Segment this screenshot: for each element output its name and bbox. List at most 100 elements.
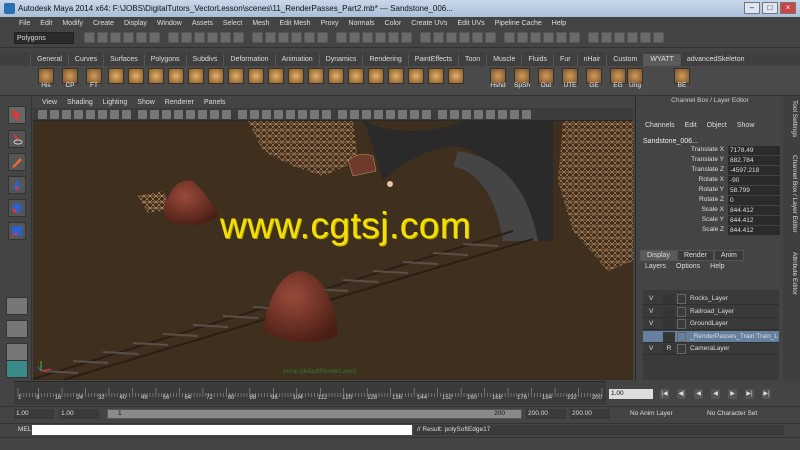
layer-color-swatch[interactable] [677, 331, 686, 342]
panel-tool-icon[interactable] [50, 110, 59, 119]
menu-create[interactable]: Create [88, 20, 119, 27]
layer-display-type[interactable] [663, 331, 675, 342]
status-line-tool-icon[interactable] [459, 32, 470, 43]
status-line-tool-icon[interactable] [375, 32, 386, 43]
channel-row[interactable]: Scale Z 844.412 [642, 226, 784, 236]
shelf-tool-icon[interactable] [308, 68, 324, 84]
menu-pipeline-cache[interactable]: Pipeline Cache [490, 20, 547, 27]
shelf-tab-muscle[interactable]: Muscle [486, 54, 521, 66]
layer-display-type[interactable]: R [663, 344, 675, 354]
shelf-tab-dynamics[interactable]: Dynamics [318, 54, 363, 66]
channel-row[interactable]: Rotate X -90 [642, 176, 784, 186]
shelf-tab-custom[interactable]: Custom [606, 54, 643, 66]
start-time-field[interactable]: 1.00 [14, 409, 54, 419]
play-forwards-button[interactable]: ▶ [728, 389, 737, 399]
layer-color-swatch[interactable] [677, 306, 686, 317]
layer-row[interactable]: _RenderPasses_Train:Train_La [643, 330, 779, 343]
menu-select[interactable]: Select [218, 20, 247, 27]
panel-tool-icon[interactable] [298, 110, 307, 119]
playback-end-field[interactable]: 200.00 [526, 409, 566, 419]
layer-visibility-toggle[interactable]: V [649, 308, 659, 315]
layer-display-type[interactable] [663, 319, 675, 329]
tab-tool-settings[interactable]: Tool Settings [784, 100, 798, 137]
panel-tool-icon[interactable] [498, 110, 507, 119]
cb-menu-object[interactable]: Object [702, 122, 732, 134]
step-forward-frame-button[interactable]: ▶| [745, 389, 754, 399]
status-line-tool-icon[interactable] [233, 32, 244, 43]
layer-row[interactable]: V Railroad_Layer [643, 306, 779, 318]
panel-tool-icon[interactable] [422, 110, 431, 119]
shelf-tool-icon[interactable] [348, 68, 364, 84]
panel-tool-icon[interactable] [198, 110, 207, 119]
shelf-tool-icon[interactable] [128, 68, 144, 84]
shelf-tool-icon[interactable] [288, 68, 304, 84]
cb-menu-channels[interactable]: Channels [640, 122, 680, 134]
shelf-tab-toon[interactable]: Toon [457, 54, 486, 66]
shelf-tool-icon[interactable] [388, 68, 404, 84]
status-line-tool-icon[interactable] [149, 32, 160, 43]
shelf-tool-icon[interactable] [408, 68, 424, 84]
panel-tool-icon[interactable] [238, 110, 247, 119]
channel-value[interactable]: -4597.218 [728, 166, 780, 175]
layer-color-swatch[interactable] [677, 294, 686, 304]
status-line-tool-icon[interactable] [543, 32, 554, 43]
shelf-tab-fur[interactable]: Fur [553, 54, 577, 66]
shelf-tab-curves[interactable]: Curves [67, 54, 103, 66]
panel-tool-icon[interactable] [262, 110, 271, 119]
panel-tool-icon[interactable] [186, 110, 195, 119]
status-line-tool-icon[interactable] [627, 32, 638, 43]
play-backwards-button[interactable]: ◀ [711, 389, 720, 399]
panel-tool-icon[interactable] [486, 110, 495, 119]
menu-mesh[interactable]: Mesh [247, 20, 274, 27]
shelf-tool-icon[interactable] [248, 68, 264, 84]
channel-row[interactable]: Scale X 844.412 [642, 206, 784, 216]
panel-tool-icon[interactable] [510, 110, 519, 119]
panel-tool-icon[interactable] [350, 110, 359, 119]
four-view-layout-icon[interactable] [6, 320, 28, 338]
status-line-tool-icon[interactable] [84, 32, 95, 43]
go-to-start-button[interactable]: |◀ [660, 389, 669, 399]
menu-modify[interactable]: Modify [57, 20, 88, 27]
channel-value[interactable]: 844.412 [728, 206, 780, 215]
shelf-tab-nhair[interactable]: nHair [576, 54, 607, 66]
panel-menu-panels[interactable]: Panels [199, 99, 230, 106]
channel-value[interactable]: 7178.49 [728, 146, 780, 155]
status-line-tool-icon[interactable] [252, 32, 263, 43]
end-time-field[interactable]: 200.00 [570, 409, 610, 419]
layer-visibility-toggle[interactable]: V [649, 320, 659, 327]
channel-value[interactable]: 58.799 [728, 186, 780, 195]
status-line-tool-icon[interactable] [291, 32, 302, 43]
status-line-tool-icon[interactable] [446, 32, 457, 43]
status-line-tool-icon[interactable] [614, 32, 625, 43]
layer-tab-display[interactable]: Display [640, 250, 677, 261]
layer-display-type[interactable] [663, 294, 675, 304]
layer-menu-layers[interactable]: Layers [640, 263, 671, 274]
anim-layer-dropdown[interactable]: No Anim Layer [628, 409, 696, 419]
shelf-tab-fluids[interactable]: Fluids [521, 54, 553, 66]
status-line-tool-icon[interactable] [569, 32, 580, 43]
shelf-tool-icon[interactable] [148, 68, 164, 84]
menu-color[interactable]: Color [380, 20, 407, 27]
shelf-tab-polygons[interactable]: Polygons [143, 54, 186, 66]
range-slider[interactable]: 1 200 [107, 409, 522, 419]
status-line-tool-icon[interactable] [317, 32, 328, 43]
status-line-tool-icon[interactable] [207, 32, 218, 43]
panel-tool-icon[interactable] [322, 110, 331, 119]
mel-input-field[interactable] [32, 425, 412, 435]
channel-value[interactable]: 844.412 [728, 226, 780, 235]
layer-color-swatch[interactable] [677, 344, 686, 354]
shelf-tool-icon[interactable] [428, 68, 444, 84]
panel-tool-icon[interactable] [310, 110, 319, 119]
status-line-tool-icon[interactable] [362, 32, 373, 43]
layer-menu-options[interactable]: Options [671, 263, 705, 274]
panel-tool-icon[interactable] [210, 110, 219, 119]
persp-outliner-layout-icon[interactable] [6, 343, 28, 361]
panel-menu-shading[interactable]: Shading [62, 99, 98, 106]
menu-proxy[interactable]: Proxy [316, 20, 344, 27]
shelf-tab-animation[interactable]: Animation [274, 54, 319, 66]
menu-assets[interactable]: Assets [187, 20, 218, 27]
panel-tool-icon[interactable] [274, 110, 283, 119]
panel-tool-icon[interactable] [250, 110, 259, 119]
playback-start-field[interactable]: 1.00 [59, 409, 99, 419]
lasso-tool-icon[interactable] [8, 130, 26, 148]
